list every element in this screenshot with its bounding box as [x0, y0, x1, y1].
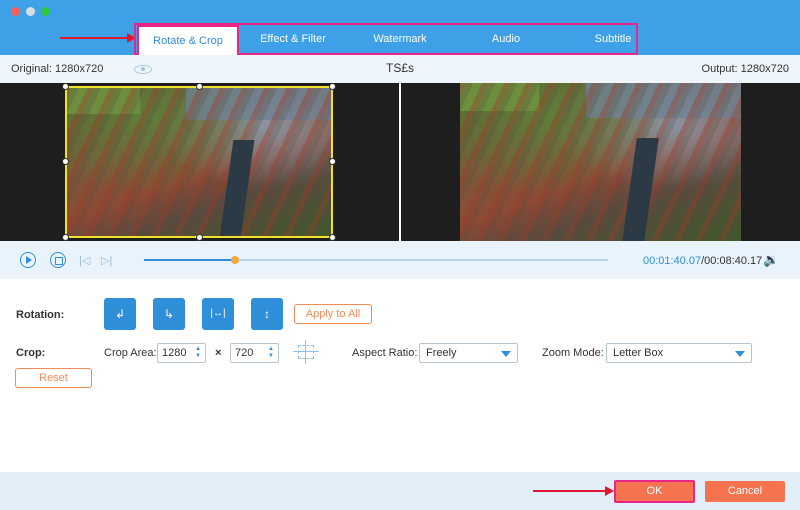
annotation-arrow-tabs	[60, 33, 136, 43]
crop-handle-top-right[interactable]	[329, 83, 336, 90]
crop-label: Crop:	[16, 347, 46, 359]
zoom-mode-value: Letter Box	[613, 347, 664, 359]
tab-audio[interactable]: Audio	[458, 25, 554, 54]
stepper-arrows-icon[interactable]: ▲ ▼	[194, 346, 202, 360]
crop-handle-bottom-right[interactable]	[329, 234, 336, 241]
apply-to-all-button[interactable]: Apply to All	[294, 304, 372, 324]
tab-effect-filter[interactable]: Effect & Filter	[245, 25, 341, 54]
crop-area-label: Crop Area:	[104, 347, 157, 359]
tab-subtitle[interactable]: Subtitle	[565, 25, 661, 54]
reset-button[interactable]: Reset	[15, 368, 92, 388]
crop-handle-left[interactable]	[62, 158, 69, 165]
stop-button[interactable]	[50, 252, 66, 268]
zoom-mode-label: Zoom Mode:	[542, 347, 604, 359]
crop-handle-bottom-left[interactable]	[62, 234, 69, 241]
original-resolution: Original: 1280x720	[11, 63, 104, 75]
flip-horizontal-icon: |↔|	[210, 308, 226, 319]
info-row: Original: 1280x720 TS£s Output: 1280x720	[0, 55, 800, 83]
crop-handle-top[interactable]	[196, 83, 203, 90]
center-crop-icon[interactable]	[293, 340, 319, 364]
minimize-window-button[interactable]	[26, 7, 35, 16]
crop-height-value[interactable]: 720	[235, 347, 253, 359]
previous-frame-icon[interactable]: |◁	[79, 254, 90, 267]
aspect-ratio-select[interactable]: Freely	[419, 343, 518, 363]
flip-vertical-icon: ↕	[264, 307, 270, 321]
rotate-left-icon: ↲	[114, 307, 126, 321]
volume-icon[interactable]: 🔉	[763, 252, 779, 268]
annotation-arrow-ok	[533, 486, 614, 496]
output-video-frame	[460, 83, 741, 241]
flip-vertical-button[interactable]: ↕	[251, 298, 283, 330]
stepper-arrows-icon[interactable]: ▲ ▼	[267, 346, 275, 360]
tab-watermark[interactable]: Watermark	[352, 25, 448, 54]
next-frame-icon[interactable]: ▷|	[101, 254, 112, 267]
crop-handle-top-left[interactable]	[62, 83, 69, 90]
crop-width-stepper[interactable]: 1280 ▲ ▼	[157, 343, 206, 363]
flip-horizontal-button[interactable]: |↔|	[202, 298, 234, 330]
time-display: 00:01:40.07/00:08:40.17	[643, 255, 762, 267]
crop-handle-bottom[interactable]	[196, 234, 203, 241]
total-time: /00:08:40.17	[701, 255, 763, 267]
zoom-window-button[interactable]	[41, 7, 50, 16]
chevron-down-icon	[735, 351, 745, 357]
tab-rotate-crop[interactable]: Rotate & Crop	[137, 25, 239, 55]
file-name: TS£s	[385, 61, 414, 75]
current-time: 00:01:40.07	[643, 255, 702, 267]
crop-height-stepper[interactable]: 720 ▲ ▼	[230, 343, 279, 363]
aspect-ratio-value: Freely	[426, 347, 457, 359]
zoom-mode-select[interactable]: Letter Box	[606, 343, 752, 363]
crop-width-value[interactable]: 1280	[162, 347, 186, 359]
output-resolution: Output: 1280x720	[701, 63, 789, 75]
crop-selection-box[interactable]	[65, 86, 333, 238]
eye-icon[interactable]	[134, 65, 152, 74]
preview-divider	[399, 83, 401, 241]
times-symbol: ×	[215, 347, 222, 359]
rotate-left-button[interactable]: ↲	[104, 298, 136, 330]
close-window-button[interactable]	[11, 7, 20, 16]
rotate-right-button[interactable]: ↳	[153, 298, 185, 330]
chevron-down-icon	[501, 351, 511, 357]
aspect-ratio-label: Aspect Ratio:	[352, 347, 418, 359]
progress-fill	[144, 259, 236, 261]
ok-button[interactable]: OK	[614, 480, 695, 503]
rotate-right-icon: ↳	[163, 307, 175, 321]
rotation-label: Rotation:	[16, 309, 65, 321]
play-button[interactable]	[20, 252, 36, 268]
cancel-button[interactable]: Cancel	[705, 481, 785, 502]
crop-handle-right[interactable]	[329, 158, 336, 165]
